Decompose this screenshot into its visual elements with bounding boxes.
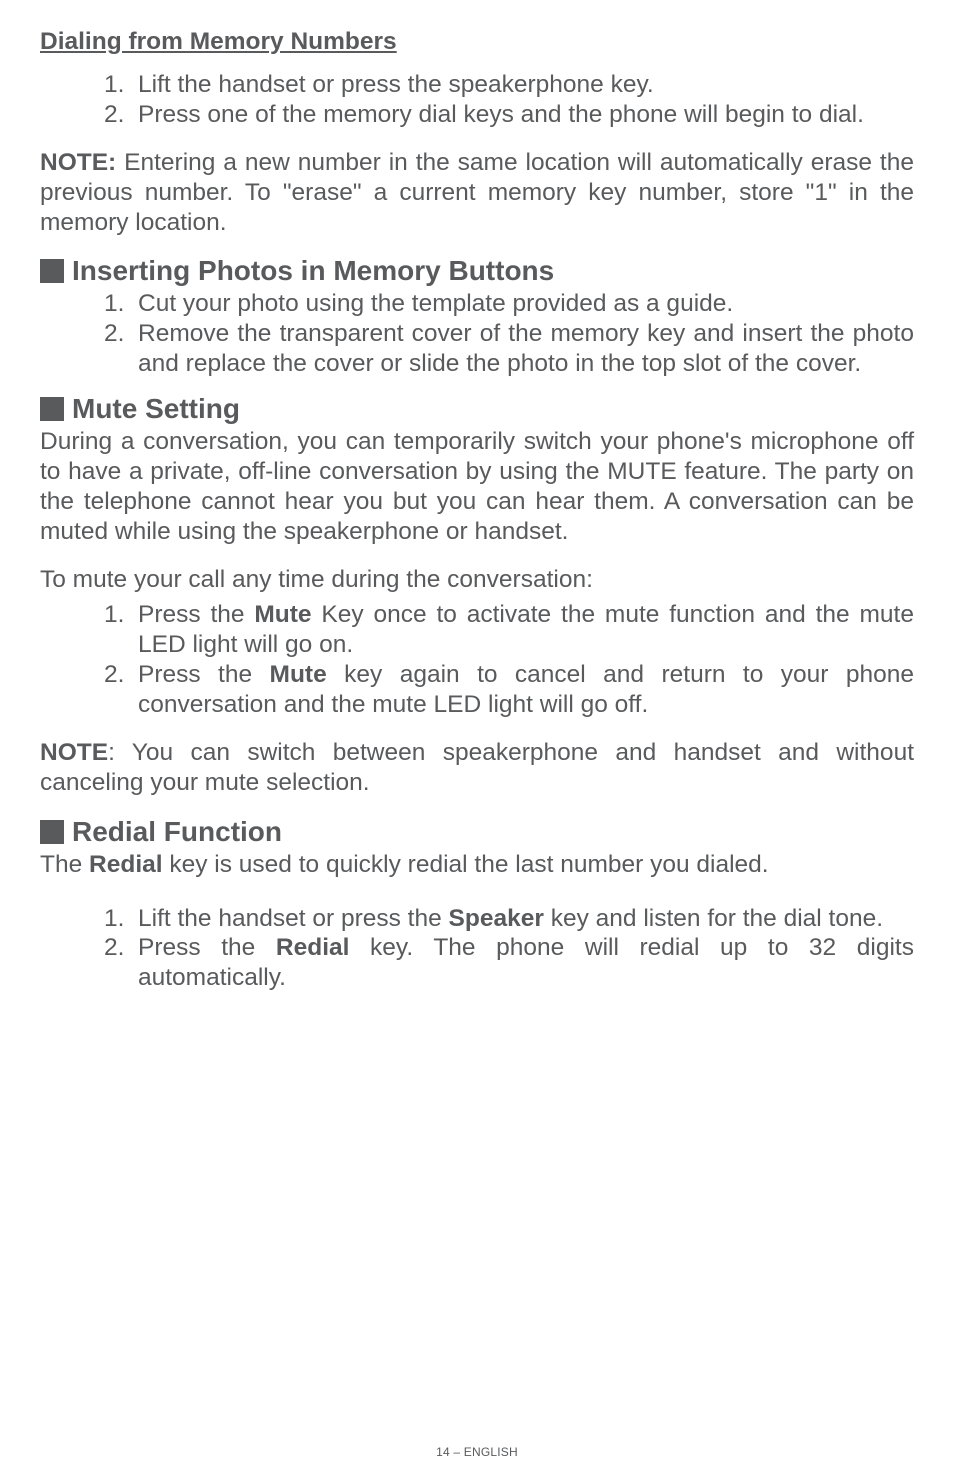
list-item: 1. Press the Mute Key once to activate t… <box>104 600 914 660</box>
list-item: 2. Remove the transparent cover of the m… <box>104 319 914 379</box>
note-body: : You can switch between speakerphone an… <box>40 739 914 796</box>
list-mute: 1. Press the Mute Key once to activate t… <box>104 600 914 720</box>
note-label: NOTE <box>40 739 108 766</box>
section-title-redial: Redial Function <box>72 816 282 848</box>
list-number: 2. <box>104 100 138 130</box>
list-text: Remove the transparent cover of the memo… <box>138 319 914 379</box>
list-item: 1. Lift the handset or press the speaker… <box>104 70 914 100</box>
list-item: 2. Press the Redial key. The phone will … <box>104 933 914 993</box>
list-item: 2. Press the Mute key again to cancel an… <box>104 660 914 720</box>
list-number: 2. <box>104 319 138 379</box>
list-number: 1. <box>104 70 138 100</box>
section-head-inserting-photos: Inserting Photos in Memory Buttons <box>40 255 914 287</box>
section-head-redial: Redial Function <box>40 816 914 848</box>
note-mute-switch: NOTE: You can switch between speakerphon… <box>40 738 914 798</box>
list-text: Press the Redial key. The phone will red… <box>138 933 914 993</box>
note-memory-erase: NOTE: Entering a new number in the same … <box>40 148 914 238</box>
list-number: 1. <box>104 289 138 319</box>
mute-intro: To mute your call any time during the co… <box>40 565 914 595</box>
list-redial: 1. Lift the handset or press the Speaker… <box>104 904 914 994</box>
square-bullet-icon <box>40 397 64 421</box>
list-number: 1. <box>104 600 138 660</box>
section-title-inserting-photos: Inserting Photos in Memory Buttons <box>72 255 554 287</box>
square-bullet-icon <box>40 259 64 283</box>
list-text: Lift the handset or press the Speaker ke… <box>138 904 914 934</box>
list-item: 1. Lift the handset or press the Speaker… <box>104 904 914 934</box>
list-number: 2. <box>104 933 138 993</box>
section-title-mute: Mute Setting <box>72 393 240 425</box>
redial-paragraph: The Redial key is used to quickly redial… <box>40 850 914 880</box>
mute-paragraph: During a conversation, you can temporari… <box>40 427 914 547</box>
list-text: Press the Mute Key once to activate the … <box>138 600 914 660</box>
list-text: Press the Mute key again to cancel and r… <box>138 660 914 720</box>
list-number: 2. <box>104 660 138 720</box>
note-body: Entering a new number in the same locati… <box>40 149 914 236</box>
list-number: 1. <box>104 904 138 934</box>
list-inserting-photos: 1. Cut your photo using the template pro… <box>104 289 914 379</box>
list-dialing: 1. Lift the handset or press the speaker… <box>104 70 914 130</box>
list-item: 2. Press one of the memory dial keys and… <box>104 100 914 130</box>
list-text: Cut your photo using the template provid… <box>138 289 914 319</box>
section-head-mute: Mute Setting <box>40 393 914 425</box>
list-text: Lift the handset or press the speakerpho… <box>138 70 914 100</box>
list-item: 1. Cut your photo using the template pro… <box>104 289 914 319</box>
square-bullet-icon <box>40 820 64 844</box>
list-text: Press one of the memory dial keys and th… <box>138 100 914 130</box>
heading-dialing-from-memory: Dialing from Memory Numbers <box>40 28 914 56</box>
note-label: NOTE: <box>40 149 116 176</box>
page-footer: 14 – ENGLISH <box>0 1445 954 1459</box>
